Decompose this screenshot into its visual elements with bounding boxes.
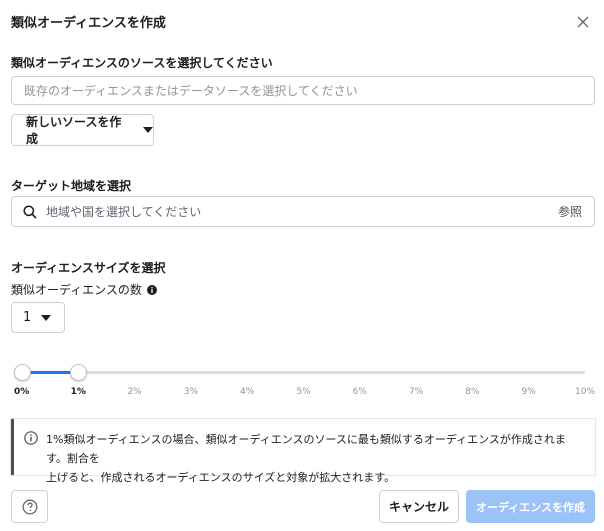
audience-count-select[interactable]: 1: [11, 302, 65, 333]
slider-handle-end[interactable]: [70, 364, 88, 381]
dialog-title: 類似オーディエンスを作成: [11, 16, 166, 31]
create-lookalike-dialog: 類似オーディエンスを作成 類似オーディエンスのソースを選択してください 新しいソ…: [0, 0, 604, 531]
slider-handle-start[interactable]: [14, 364, 31, 381]
new-source-label: 新しいソースを作成: [26, 115, 122, 146]
source-section-label: 類似オーディエンスのソースを選択してください: [11, 56, 273, 70]
slider-tick-labels: 0% 1% 2% 3% 4% 5% 6% 7% 8% 9% 10%: [0, 387, 604, 401]
close-button[interactable]: [574, 13, 592, 31]
location-input[interactable]: [46, 204, 558, 219]
slider-tick-label: 7%: [408, 387, 424, 397]
info-icon[interactable]: [146, 284, 157, 295]
slider-tick-label: 4%: [240, 387, 255, 397]
slider-tick-label: 8%: [465, 387, 480, 397]
slider-tick-label: 10%: [575, 387, 596, 397]
create-audience-button[interactable]: オーディエンスを作成: [466, 490, 595, 523]
audience-count-text: 類似オーディエンスの数: [11, 283, 142, 297]
browse-link[interactable]: 参照: [558, 203, 582, 220]
location-search: 参照: [11, 196, 595, 227]
audience-count-value: 1: [23, 310, 32, 325]
info-message: 1%類似オーディエンスの場合、類似オーディエンスのソースに最も類似するオーディエ…: [11, 419, 595, 484]
info-text-line1: 1%類似オーディエンスの場合、類似オーディエンスのソースに最も類似するオーディエ…: [46, 433, 566, 465]
cancel-button[interactable]: キャンセル: [379, 490, 459, 523]
close-icon: [577, 16, 589, 28]
slider-tick-label: 5%: [296, 387, 311, 397]
search-icon: [22, 204, 38, 220]
location-section-label: ターゲット地域を選択: [11, 179, 132, 193]
source-input[interactable]: [11, 76, 595, 105]
caret-down-icon: [143, 127, 153, 133]
slider-tick-label: 0%: [14, 387, 30, 397]
slider-tick-label: 1%: [70, 387, 86, 397]
slider-tick-label: 2%: [127, 387, 142, 397]
new-source-button[interactable]: 新しいソースを作成: [11, 114, 154, 146]
audience-size-label: オーディエンスサイズを選択: [11, 261, 166, 275]
help-icon: [22, 499, 37, 514]
info-circle-icon: [24, 431, 38, 445]
info-text: 1%類似オーディエンスの場合、類似オーディエンスのソースに最も類似するオーディエ…: [46, 430, 583, 487]
slider-tick-label: 9%: [521, 387, 536, 397]
slider-tick-label: 6%: [352, 387, 367, 397]
audience-size-slider[interactable]: [14, 364, 585, 384]
audience-count-label: 類似オーディエンスの数: [11, 281, 157, 298]
help-button[interactable]: [11, 490, 48, 523]
slider-track[interactable]: [22, 371, 585, 374]
info-text-line2: 上げると、作成されるオーディエンスのサイズと対象が拡大されます。: [46, 471, 396, 484]
chevron-down-icon: [41, 314, 52, 321]
slider-tick-label: 3%: [183, 387, 199, 397]
